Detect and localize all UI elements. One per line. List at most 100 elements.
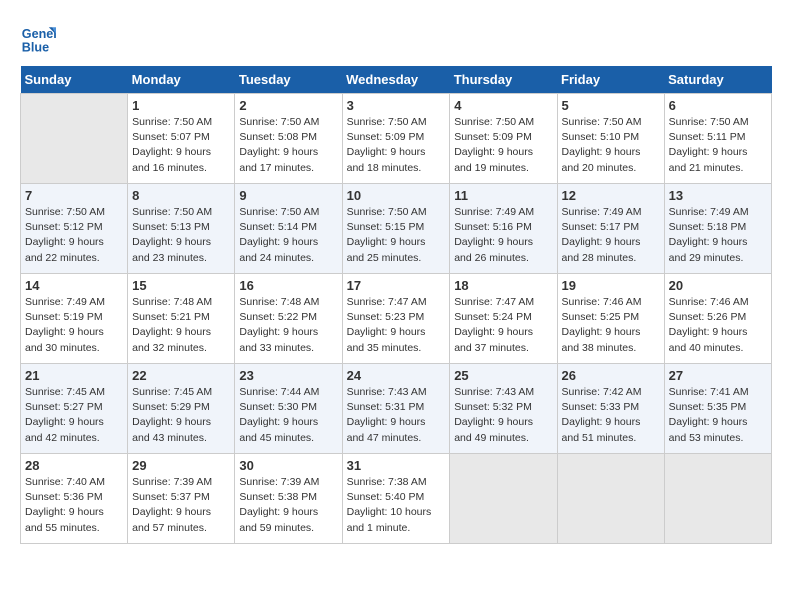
daylight-text: Daylight: 9 hours and 47 minutes. <box>347 416 426 443</box>
sunset-text: Sunset: 5:37 PM <box>132 491 210 503</box>
sunset-text: Sunset: 5:09 PM <box>454 131 532 143</box>
sunrise-text: Sunrise: 7:47 AM <box>454 296 534 308</box>
sunset-text: Sunset: 5:18 PM <box>669 221 747 233</box>
day-number: 8 <box>132 188 230 203</box>
calendar-cell: 11Sunrise: 7:49 AMSunset: 5:16 PMDayligh… <box>450 184 557 274</box>
daylight-text: Daylight: 9 hours and 22 minutes. <box>25 236 104 263</box>
day-number: 2 <box>239 98 337 113</box>
daylight-text: Daylight: 9 hours and 51 minutes. <box>562 416 641 443</box>
calendar-cell <box>450 454 557 544</box>
sunrise-text: Sunrise: 7:45 AM <box>132 386 212 398</box>
calendar-week-row: 1Sunrise: 7:50 AMSunset: 5:07 PMDaylight… <box>21 94 772 184</box>
header-sunday: Sunday <box>21 66 128 94</box>
calendar-cell: 25Sunrise: 7:43 AMSunset: 5:32 PMDayligh… <box>450 364 557 454</box>
sunset-text: Sunset: 5:07 PM <box>132 131 210 143</box>
daylight-text: Daylight: 9 hours and 23 minutes. <box>132 236 211 263</box>
day-number: 5 <box>562 98 660 113</box>
svg-text:Blue: Blue <box>22 41 49 55</box>
day-info: Sunrise: 7:49 AMSunset: 5:17 PMDaylight:… <box>562 205 660 266</box>
sunset-text: Sunset: 5:30 PM <box>239 401 317 413</box>
sunset-text: Sunset: 5:29 PM <box>132 401 210 413</box>
sunset-text: Sunset: 5:09 PM <box>347 131 425 143</box>
day-info: Sunrise: 7:39 AMSunset: 5:37 PMDaylight:… <box>132 475 230 536</box>
calendar-cell: 18Sunrise: 7:47 AMSunset: 5:24 PMDayligh… <box>450 274 557 364</box>
day-info: Sunrise: 7:38 AMSunset: 5:40 PMDaylight:… <box>347 475 446 536</box>
day-info: Sunrise: 7:45 AM Sunset: 5:29 PM Daylight:… <box>132 385 230 446</box>
sunset-text: Sunset: 5:13 PM <box>132 221 210 233</box>
calendar-cell <box>21 94 128 184</box>
sunrise-text: Sunrise: 7:50 AM <box>132 116 212 128</box>
sunset-text: Sunset: 5:23 PM <box>347 311 425 323</box>
day-info: Sunrise: 7:50 AMSunset: 5:10 PMDaylight:… <box>562 115 660 176</box>
daylight-text: Daylight: 9 hours and 17 minutes. <box>239 146 318 173</box>
sunset-text: Sunset: 5:26 PM <box>669 311 747 323</box>
daylight-text: Daylight: 9 hours and 19 minutes. <box>454 146 533 173</box>
day-info: Sunrise: 7:46 AMSunset: 5:25 PMDaylight:… <box>562 295 660 356</box>
daylight-text: Daylight: 9 hours and 16 minutes. <box>132 146 211 173</box>
daylight-text: Daylight: 9 hours and 35 minutes. <box>347 326 426 353</box>
day-number: 26 <box>562 368 660 383</box>
calendar-cell: 29Sunrise: 7:39 AMSunset: 5:37 PMDayligh… <box>128 454 235 544</box>
sunset-text: Sunset: 5:08 PM <box>239 131 317 143</box>
calendar-cell: 19 Sunrise: 7:46 AMSunset: 5:25 PMDayligh… <box>557 274 664 364</box>
day-info: Sunrise: 7:41 AMSunset: 5:35 PMDaylight:… <box>669 385 767 446</box>
sunset-text: Sunset: 5:14 PM <box>239 221 317 233</box>
sunset-text: Sunset: 5:40 PM <box>347 491 425 503</box>
day-info: Sunrise: 7:50 AMSunset: 5:13 PMDaylight:… <box>132 205 230 266</box>
day-info: Sunrise: 7:43 AMSunset: 5:32 PMDaylight:… <box>454 385 552 446</box>
day-info: Sunrise: 7:50 AMSunset: 5:15 PMDaylight:… <box>347 205 446 266</box>
day-info: Sunrise: 7:50 AMSunset: 5:09 PMDaylight:… <box>347 115 446 176</box>
sunset-text: Sunset: 5:15 PM <box>347 221 425 233</box>
day-number: 21 <box>25 368 123 383</box>
calendar-cell: 21 Sunrise: 7:45 AMSunset: 5:27 PMDayligh… <box>21 364 128 454</box>
daylight-text: Daylight: 9 hours and 57 minutes. <box>132 506 211 533</box>
calendar-table: SundayMondayTuesdayWednesdayThursdayFrid… <box>20 66 772 544</box>
day-number: 9 <box>239 188 337 203</box>
calendar-cell: 1Sunrise: 7:50 AMSunset: 5:07 PMDaylight… <box>128 94 235 184</box>
day-number: 19 <box>562 278 660 293</box>
sunrise-text: Sunrise: 7:48 AM <box>132 296 212 308</box>
sunrise-text: Sunrise: 7:44 AM <box>239 386 319 398</box>
daylight-text: Daylight: 9 hours and 32 minutes. <box>132 326 211 353</box>
day-number: 7 <box>25 188 123 203</box>
calendar-cell: 26Sunrise: 7:42 AMSunset: 5:33 PMDayligh… <box>557 364 664 454</box>
calendar-cell: 3Sunrise: 7:50 AMSunset: 5:09 PMDaylight… <box>342 94 450 184</box>
sunset-text: Sunset: 5:36 PM <box>25 491 103 503</box>
day-number: 10 <box>347 188 446 203</box>
daylight-text: Daylight: 9 hours and 43 minutes. <box>132 416 211 443</box>
sunrise-text: Sunrise: 7:50 AM <box>454 116 534 128</box>
daylight-text: Daylight: 9 hours and 24 minutes. <box>239 236 318 263</box>
day-number: 28 <box>25 458 123 473</box>
daylight-text: Daylight: 9 hours and 40 minutes. <box>669 326 748 353</box>
daylight-text: Daylight: 9 hours and 26 minutes. <box>454 236 533 263</box>
day-info: Sunrise: 7:50 AMSunset: 5:12 PMDaylight:… <box>25 205 123 266</box>
sunset-text: Sunset: 5:32 PM <box>454 401 532 413</box>
day-info: Sunrise: 7:45 AMSunset: 5:27 PMDaylight:… <box>25 385 123 446</box>
daylight-text: Daylight: 9 hours and 45 minutes. <box>239 416 318 443</box>
calendar-cell: 5 Sunrise: 7:50 AMSunset: 5:10 PMDaylight… <box>557 94 664 184</box>
sunrise-text: Sunrise: 7:50 AM <box>562 116 642 128</box>
sunset-text: Sunset: 5:12 PM <box>25 221 103 233</box>
day-number: 23 <box>239 368 337 383</box>
sunset-text: Sunset: 5:25 PM <box>562 311 640 323</box>
calendar-cell: 6Sunrise: 7:50 AMSunset: 5:11 PMDaylight… <box>664 94 771 184</box>
daylight-text: Daylight: 9 hours and 20 minutes. <box>562 146 641 173</box>
day-info: Sunrise: 7:47 AMSunset: 5:23 PMDaylight:… <box>347 295 446 356</box>
calendar-cell: 31Sunrise: 7:38 AMSunset: 5:40 PMDayligh… <box>342 454 450 544</box>
calendar-cell: 7 Sunrise: 7:50 AMSunset: 5:12 PMDaylight… <box>21 184 128 274</box>
day-info: Sunrise: 7:49 AMSunset: 5:16 PMDaylight:… <box>454 205 552 266</box>
sunrise-text: Sunrise: 7:48 AM <box>239 296 319 308</box>
page-header: General Blue <box>20 20 772 56</box>
sunset-text: Sunset: 5:22 PM <box>239 311 317 323</box>
day-number: 12 <box>562 188 660 203</box>
sunrise-text: Sunrise: 7:38 AM <box>347 476 427 488</box>
daylight-text: Daylight: 9 hours and 28 minutes. <box>562 236 641 263</box>
calendar-cell: 22Sunrise: 7:45 AMSunset: 5:29 PMDayligh… <box>128 364 235 454</box>
sunrise-text: Sunrise: 7:49 AM <box>454 206 534 218</box>
day-number: 30 <box>239 458 337 473</box>
day-info: Sunrise: 7:50 AMSunset: 5:14 PMDaylight:… <box>239 205 337 266</box>
calendar-cell: 24Sunrise: 7:43 AMSunset: 5:31 PMDayligh… <box>342 364 450 454</box>
day-info: Sunrise: 7:49 AMSunset: 5:19 PMDaylight:… <box>25 295 123 356</box>
sunrise-text: Sunrise: 7:50 AM <box>347 116 427 128</box>
daylight-text: Daylight: 9 hours and 30 minutes. <box>25 326 104 353</box>
